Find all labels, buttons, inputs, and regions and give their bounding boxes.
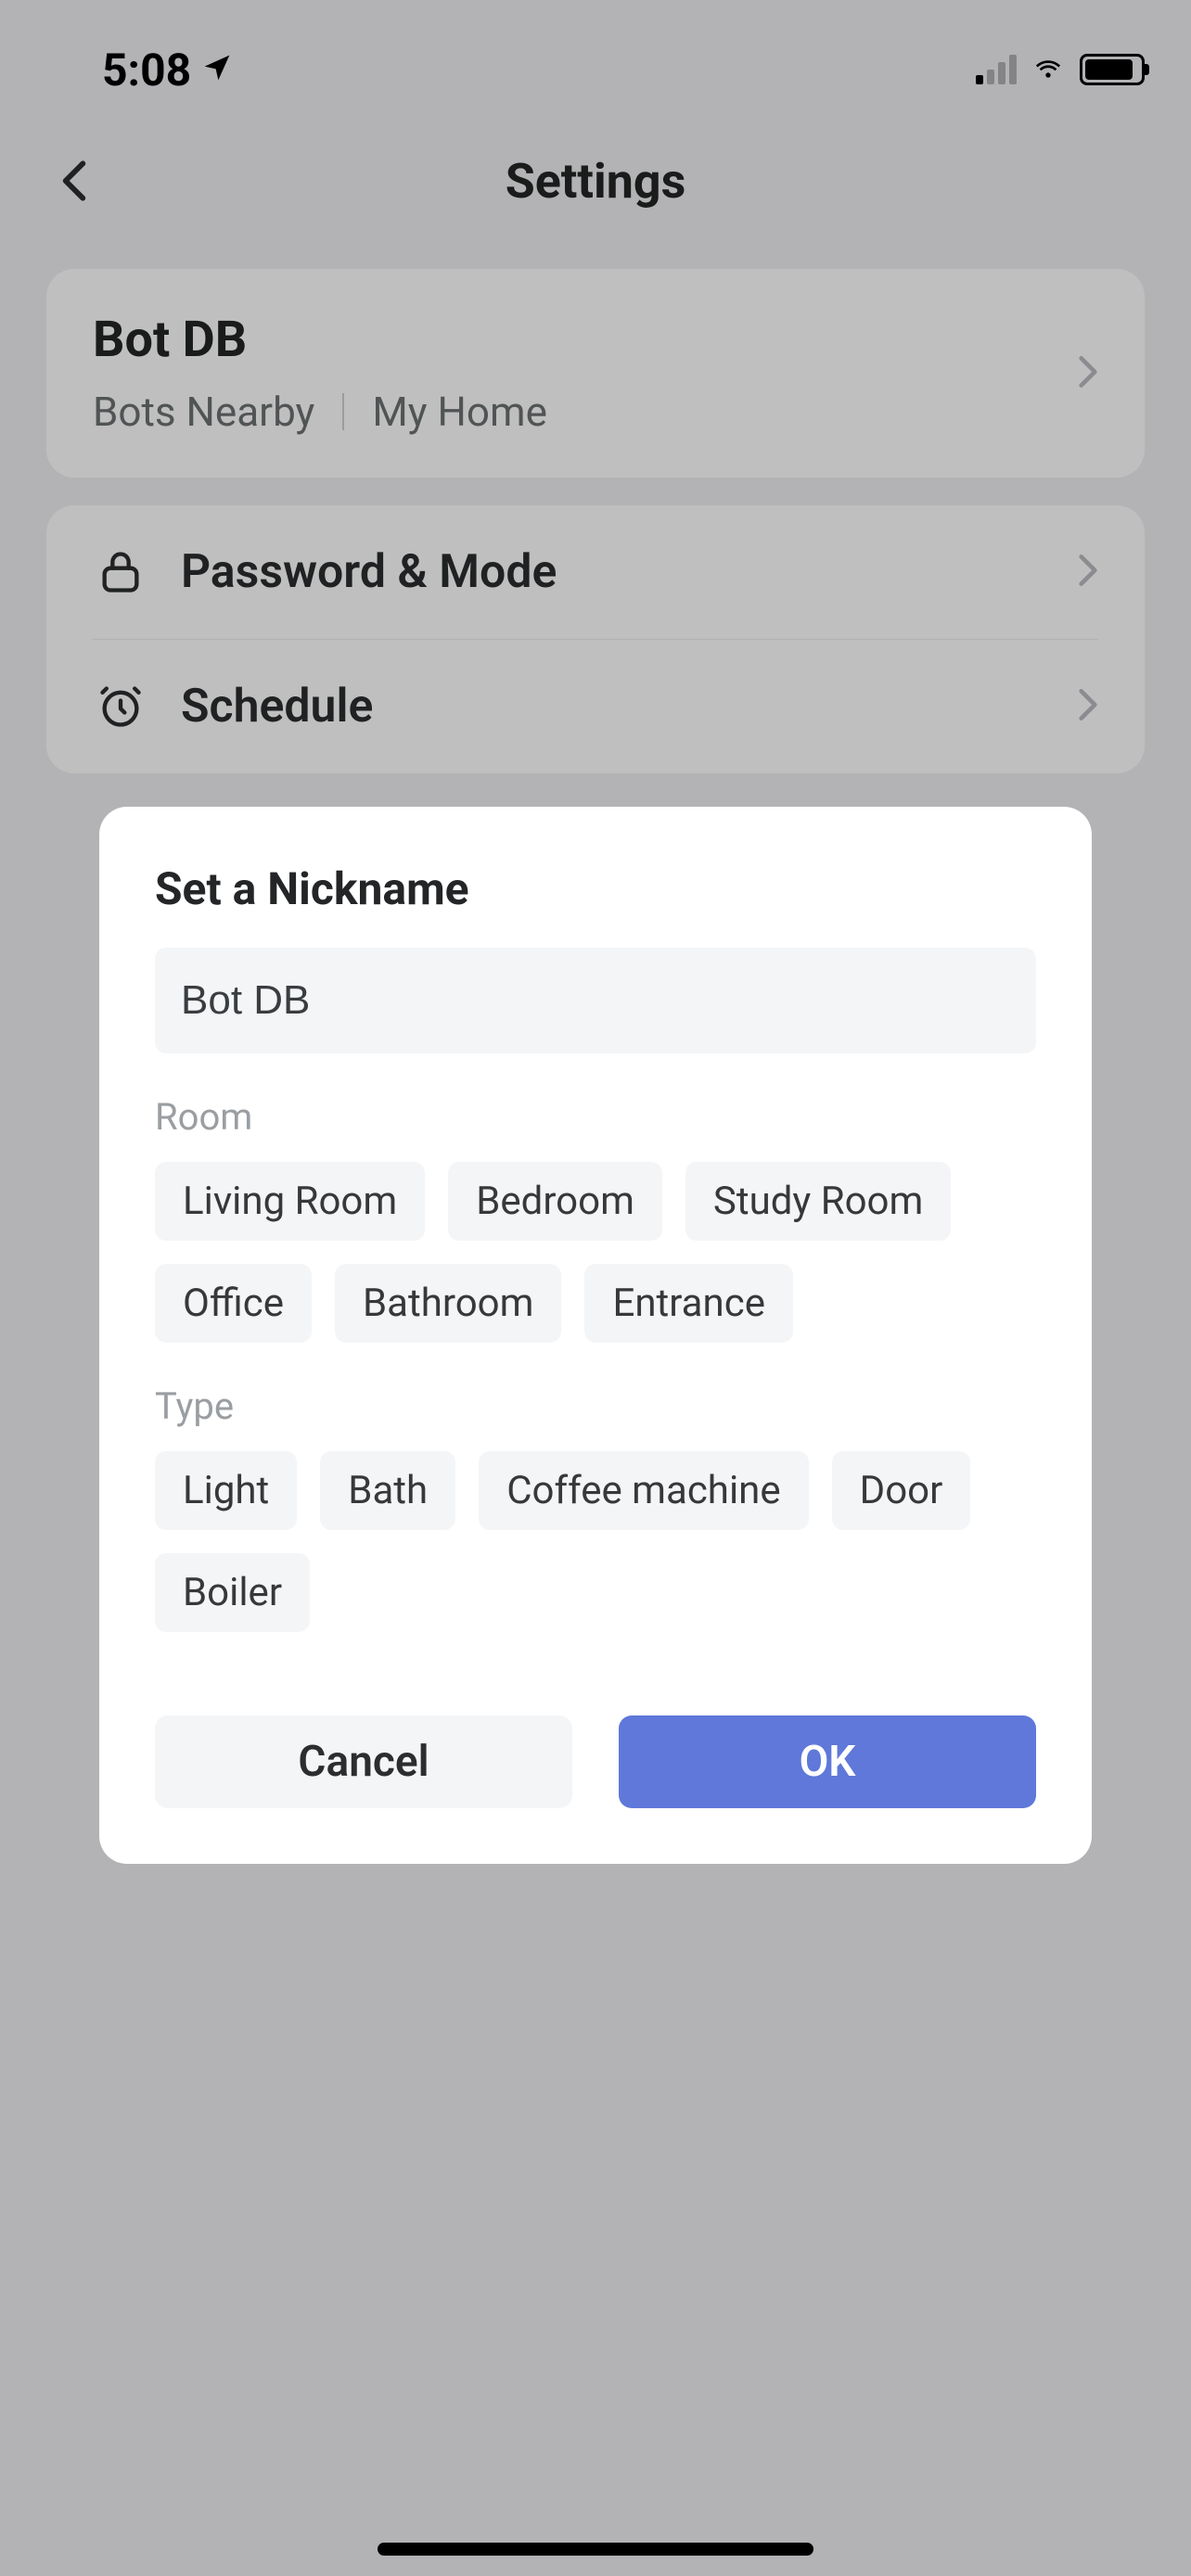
home-indicator[interactable] xyxy=(378,2543,813,2556)
type-section-label: Type xyxy=(155,1384,1036,1428)
room-chips: Living Room Bedroom Study Room Office Ba… xyxy=(155,1162,1036,1343)
nickname-dialog: Set a Nickname Room Living Room Bedroom … xyxy=(99,807,1092,1864)
type-chip[interactable]: Coffee machine xyxy=(479,1451,808,1530)
room-section-label: Room xyxy=(155,1095,1036,1139)
room-chip[interactable]: Entrance xyxy=(584,1264,793,1343)
nickname-input[interactable] xyxy=(155,948,1036,1053)
type-chip[interactable]: Door xyxy=(832,1451,971,1530)
cancel-button[interactable]: Cancel xyxy=(155,1715,572,1808)
type-chip[interactable]: Light xyxy=(155,1451,297,1530)
room-chip[interactable]: Bedroom xyxy=(448,1162,662,1241)
dialog-title: Set a Nickname xyxy=(155,862,1036,915)
room-chip[interactable]: Living Room xyxy=(155,1162,425,1241)
type-chip[interactable]: Bath xyxy=(320,1451,455,1530)
room-chip[interactable]: Bathroom xyxy=(335,1264,561,1343)
type-chip[interactable]: Boiler xyxy=(155,1553,310,1632)
room-chip[interactable]: Office xyxy=(155,1264,312,1343)
dialog-actions: Cancel OK xyxy=(155,1715,1036,1808)
type-chips: Light Bath Coffee machine Door Boiler xyxy=(155,1451,1036,1632)
room-chip[interactable]: Study Room xyxy=(685,1162,951,1241)
modal-overlay[interactable]: Set a Nickname Room Living Room Bedroom … xyxy=(0,0,1191,2576)
ok-button[interactable]: OK xyxy=(619,1715,1036,1808)
